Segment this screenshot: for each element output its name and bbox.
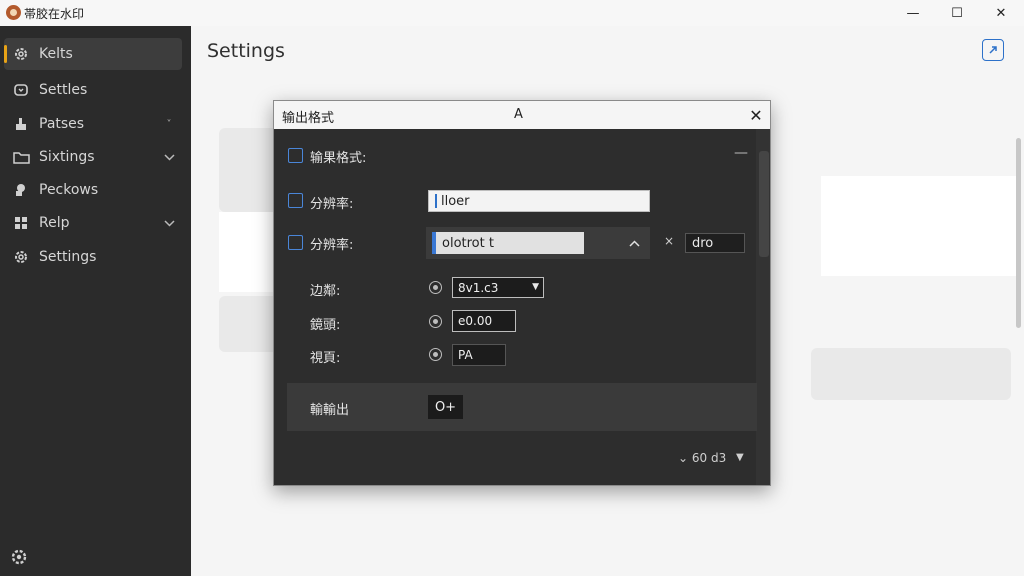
grid-icon xyxy=(12,214,30,232)
sidebar-item-label: Settles xyxy=(39,82,88,98)
settings-gear-icon[interactable] xyxy=(10,548,28,566)
lens-radio[interactable] xyxy=(429,315,442,328)
sidebar-item-label: Settings xyxy=(39,249,97,265)
chevron-down-icon[interactable] xyxy=(162,216,176,230)
sidebar-item-label: Kelts xyxy=(39,46,73,62)
selection-indicator xyxy=(432,232,436,254)
resolution-input[interactable]: lloer xyxy=(428,190,650,212)
gear-icon xyxy=(12,248,30,266)
sidebar-item-settles[interactable]: Settles xyxy=(4,74,182,106)
text-caret xyxy=(435,194,437,208)
margin-radio[interactable] xyxy=(429,281,442,294)
dialog-title: 输出格式 xyxy=(282,111,335,126)
sidebar-item-peckows[interactable]: Peckows xyxy=(4,174,182,206)
background-card xyxy=(811,348,1011,400)
close-icon[interactable]: ✕ xyxy=(746,105,766,125)
feedback-icon[interactable] xyxy=(982,39,1004,61)
sidebar: Kelts Settles Patses ˅ Sixtings Peckows xyxy=(0,26,191,576)
chevron-down-icon[interactable]: ˅ xyxy=(162,117,176,131)
app-title: 帯胶在水印 xyxy=(24,7,85,21)
folder-icon xyxy=(12,148,30,166)
sidebar-item-label: Relp xyxy=(39,215,70,231)
sidebar-item-kelts[interactable]: Kelts xyxy=(4,38,182,70)
resolution-input-value: lloer xyxy=(441,193,470,209)
dialog-header: 输出格式 A ✕ xyxy=(274,101,770,129)
dropdown-arrow-icon[interactable]: ▼ xyxy=(736,452,744,463)
resolution-select-value: olotrot t xyxy=(442,235,494,251)
chevron-down-icon[interactable] xyxy=(162,150,176,164)
margin-dropdown[interactable]: 8v1.c3 ▼ xyxy=(452,277,544,298)
resolution-checkbox[interactable] xyxy=(288,193,303,208)
footer-zoom-control[interactable]: ⌄ 60 d3 xyxy=(678,451,726,465)
output-label: 輸輸出 xyxy=(310,403,350,418)
lens-input[interactable]: e0.00 xyxy=(452,310,516,332)
dropdown-arrow-icon: ▼ xyxy=(532,282,539,292)
resolution-label: 分辨率: xyxy=(310,197,354,212)
view-input[interactable]: PA xyxy=(452,344,506,366)
background-panel xyxy=(219,212,281,292)
background-card xyxy=(219,128,279,212)
sidebar-item-label: Peckows xyxy=(39,182,99,198)
chevron-up-icon[interactable] xyxy=(626,235,642,251)
sidebar-item-relp[interactable]: Relp xyxy=(4,207,182,239)
margin-label: 边鄰: xyxy=(310,284,341,299)
resolution-select-input[interactable]: olotrot t xyxy=(432,232,584,254)
close-window-button[interactable]: ✕ xyxy=(978,0,1024,26)
gear-icon xyxy=(12,45,30,63)
minimize-button[interactable]: — xyxy=(890,0,936,26)
sidebar-item-settings[interactable]: Settings xyxy=(4,241,182,273)
dialog-header-label: A xyxy=(514,107,523,122)
main-scrollbar[interactable] xyxy=(1016,138,1021,328)
times-label: × xyxy=(664,234,675,248)
sidebar-item-patses[interactable]: Patses ˅ xyxy=(4,108,182,140)
app-logo-icon xyxy=(6,5,21,20)
resolution-2-checkbox[interactable] xyxy=(288,235,303,250)
background-card xyxy=(219,296,281,352)
lens-label: 鏡頭: xyxy=(310,318,341,333)
document-icon xyxy=(12,81,30,99)
dialog-scrollbar-thumb[interactable] xyxy=(759,151,769,257)
page-title: Settings xyxy=(207,40,285,62)
palette-icon xyxy=(12,181,30,199)
active-indicator xyxy=(4,45,7,63)
format-label: 输果格式: xyxy=(310,151,367,166)
format-checkbox[interactable] xyxy=(288,148,303,163)
output-section xyxy=(287,383,757,431)
maximize-button[interactable]: ☐ xyxy=(934,0,980,26)
title-bar: 帯胶在水印 — ☐ ✕ xyxy=(0,0,1024,26)
sidebar-item-label: Patses xyxy=(39,116,85,132)
margin-dropdown-value: 8v1.c3 xyxy=(458,280,499,295)
sidebar-item-label: Sixtings xyxy=(39,149,95,165)
view-label: 視頁: xyxy=(310,351,341,366)
brush-icon xyxy=(12,115,30,133)
collapse-button[interactable]: — xyxy=(733,145,749,161)
height-input[interactable]: dro xyxy=(685,233,745,253)
resolution-2-label: 分辨率: xyxy=(310,238,354,253)
add-output-button[interactable]: O+ xyxy=(428,395,463,419)
sidebar-item-sixtings[interactable]: Sixtings xyxy=(4,141,182,173)
view-radio[interactable] xyxy=(429,348,442,361)
background-panel xyxy=(821,176,1016,276)
output-format-dialog: 输出格式 A ✕ 输果格式: — 分辨率: lloer 分辨率: olotrot… xyxy=(273,100,771,486)
